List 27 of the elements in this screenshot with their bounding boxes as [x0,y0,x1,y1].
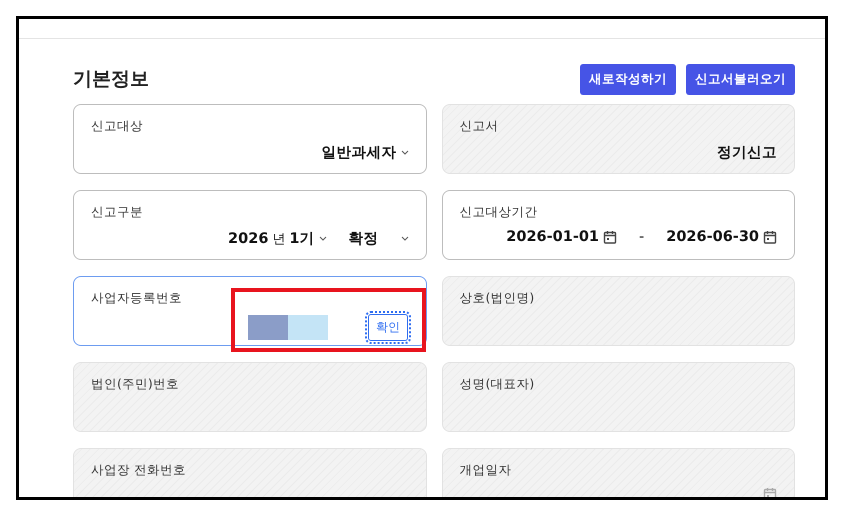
term-value[interactable]: 1기 [289,229,314,248]
select-value[interactable]: 일반과세자 [322,143,396,162]
year-unit: 년 [272,230,286,248]
year-value[interactable]: 2026 [228,230,268,246]
field-label: 신고대상 [91,118,144,135]
field-label: 성명(대표자) [460,376,536,393]
field-label: 신고서 [460,118,500,135]
form-field[interactable]: 신고대상기간 2026-01-01 - 2026-06-30 [442,190,795,260]
field-label: 상호(법인명) [460,290,536,307]
form-field[interactable]: 신고구분 2026 년 1기 확정 [73,190,426,260]
action-button[interactable]: 신고서불러오기 [686,64,795,94]
status-value[interactable]: 확정 [348,229,378,248]
field-label: 사업자등록번호 [91,290,183,307]
section-title: 기본정보 [73,67,149,92]
form-field[interactable]: 사업자등록번호 확인 [73,276,426,346]
start-date[interactable]: 2026-01-01 [506,229,600,245]
field-label: 신고구분 [91,204,144,221]
confirm-button[interactable]: 확인 [368,314,408,341]
form-field[interactable]: 신고대상 일반과세자 [73,104,426,174]
range-separator: - [639,229,644,245]
field-label: 개업일자 [460,462,512,479]
field-label: 법인(주민)번호 [91,376,180,393]
end-date[interactable]: 2026-06-30 [666,229,759,245]
field-value: 정기신고 [717,144,777,162]
action-button[interactable]: 새로작성하기 [580,64,676,94]
field-label: 신고대상기간 [460,204,538,221]
field-label: 사업장 전화번호 [91,462,187,479]
